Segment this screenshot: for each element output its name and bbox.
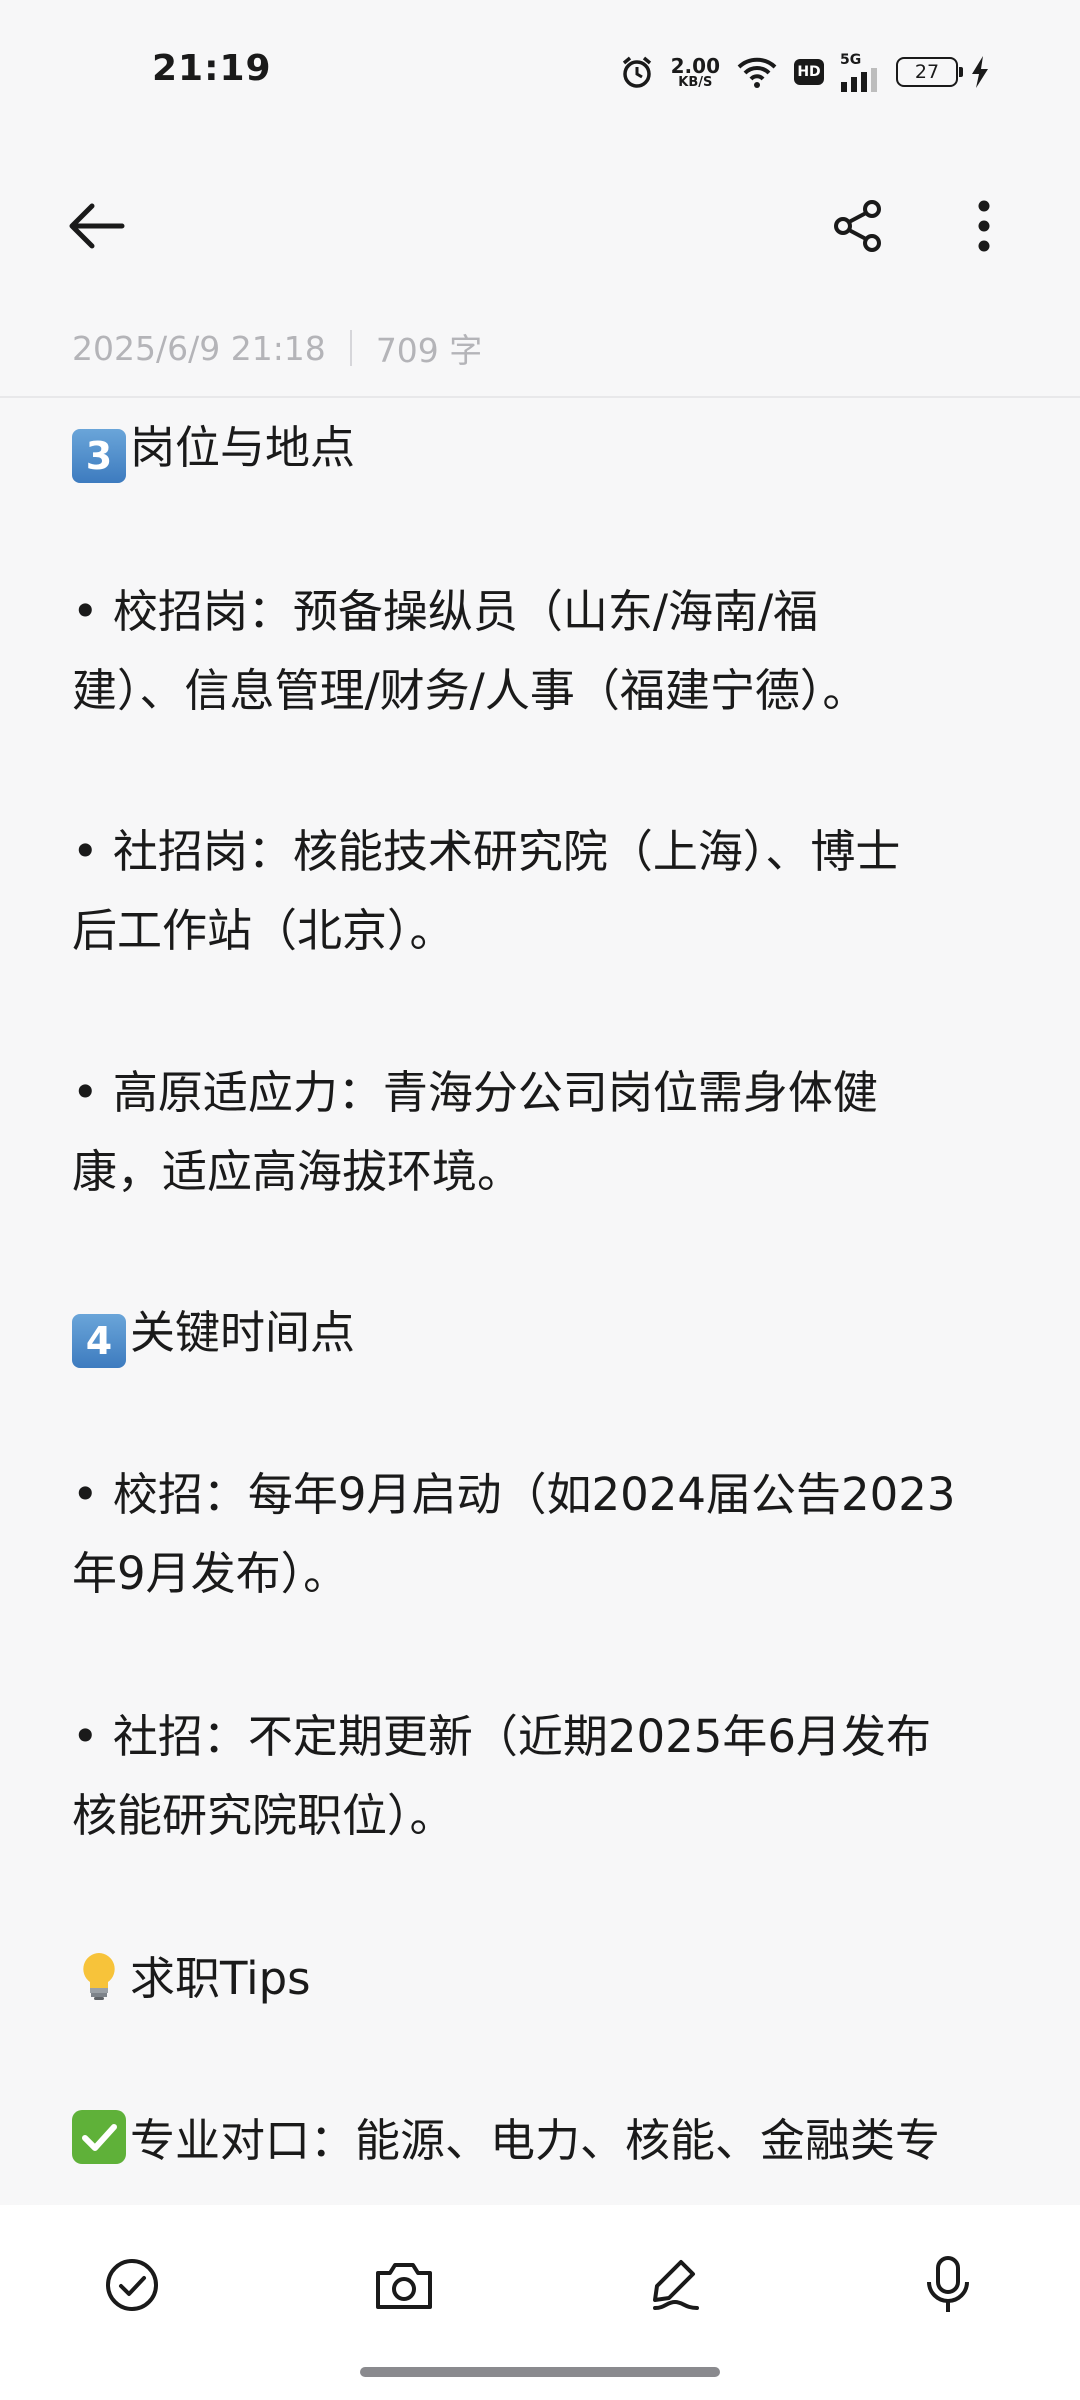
alarm-icon (619, 54, 655, 90)
camera-button[interactable] (368, 2249, 440, 2321)
home-indicator[interactable] (360, 2367, 720, 2377)
voice-input-button[interactable] (912, 2249, 984, 2321)
more-vertical-icon (978, 200, 990, 252)
more-button[interactable] (948, 190, 1020, 262)
handwriting-button[interactable] (640, 2249, 712, 2321)
camera-icon (376, 2263, 432, 2309)
heading-tips: 求职Tips (72, 1948, 311, 2009)
light-bulb-icon (83, 1953, 115, 2000)
note-meta: 2025/6/9 21:18 709 字 (72, 325, 482, 371)
net-speed-value: 2.00 (670, 53, 720, 78)
paragraph-line: 核能研究院职位）。 (72, 1789, 455, 1842)
net-speed-unit: KB/S (678, 74, 713, 90)
paragraph-line: 建）、信息管理/财务/人事（福建宁德）。 (72, 664, 868, 717)
status-time: 21:19 (152, 48, 272, 89)
wifi-icon (736, 55, 778, 89)
checklist-icon (106, 2259, 158, 2311)
heading-text: 岗位与地点 (130, 421, 356, 474)
heading-text: 求职Tips (130, 1952, 311, 2005)
handwriting-pen-icon (653, 2260, 699, 2310)
paragraph-line: • 社招岗：核能技术研究院（上海）、博士 (72, 825, 901, 878)
share-button[interactable] (822, 190, 894, 262)
note-body[interactable]: 3 岗位与地点 • 校招岗：预备操纵员（山东/海南/福 建）、信息管理/财务/人事… (72, 398, 1012, 2203)
meta-separator (349, 330, 352, 366)
tip-line: 专业对口：能源、电力、核能、金融类专 (72, 2110, 940, 2171)
paragraph-line: • 校招：每年9月启动（如2024届公告2023 (72, 1468, 956, 1521)
heading-positions: 3 岗位与地点 (72, 418, 355, 483)
status-bar: 21:19 2.00 KB/S HD 5G 27 (0, 0, 1080, 120)
network-type: 5G (840, 51, 862, 68)
signal-icon: 5G (840, 53, 880, 92)
paragraph-line: • 社招：不定期更新（近期2025年6月发布 (72, 1710, 932, 1763)
status-icons: 2.00 KB/S HD 5G 27 (619, 50, 990, 94)
checklist-button[interactable] (96, 2249, 168, 2321)
network-speed: 2.00 KB/S (671, 56, 720, 89)
keycap-4-icon: 4 (72, 1314, 126, 1368)
keycap-3-icon: 3 (72, 429, 126, 483)
heading-key-dates: 4 关键时间点 (72, 1303, 355, 1368)
paragraph-line: 康，适应高海拔环境。 (72, 1145, 523, 1198)
microphone-icon (927, 2256, 969, 2312)
check-mark-icon (72, 2110, 126, 2164)
paragraph-line: 后工作站（北京）。 (72, 904, 455, 957)
word-count: 709 字 (375, 331, 483, 370)
note-screen: 21:19 2.00 KB/S HD 5G 27 2025/6/9 21:18 … (0, 0, 1080, 2400)
tip-text: 专业对口：能源、电力、核能、金融类专 (130, 2114, 941, 2167)
battery-icon: 27 (896, 57, 963, 87)
paragraph-line: 年9月发布）。 (72, 1547, 349, 1600)
back-button[interactable] (60, 190, 132, 262)
share-icon (834, 200, 881, 252)
battery-level: 27 (914, 61, 940, 83)
paragraph-line: • 校招岗：预备操纵员（山东/海南/福 (72, 585, 819, 638)
arrow-left-icon (69, 203, 125, 249)
top-toolbar (0, 170, 1080, 280)
note-datetime: 2025/6/9 21:18 (72, 328, 326, 368)
paragraph-line: • 高原适应力：青海分公司岗位需身体健 (72, 1066, 878, 1119)
heading-text: 关键时间点 (130, 1306, 356, 1359)
charging-icon (970, 55, 990, 89)
hd-badge: HD (794, 59, 824, 85)
